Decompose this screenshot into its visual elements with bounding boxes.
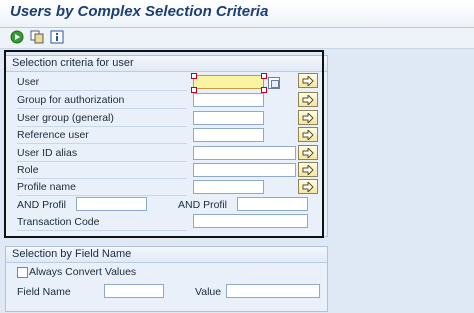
value-input[interactable] — [226, 284, 320, 298]
title-bar: Users by Complex Selection Criteria — [0, 0, 474, 28]
field-name-group: Selection by Field Name Always Convert V… — [5, 246, 328, 312]
page-title: Users by Complex Selection Criteria — [10, 3, 269, 20]
copy-icon[interactable] — [30, 30, 44, 44]
application-toolbar — [0, 28, 474, 49]
highlight-outline — [4, 50, 324, 238]
label-field-name: Field Name — [17, 286, 71, 298]
always-convert-checkbox[interactable] — [17, 267, 28, 278]
field-name-group-header: Selection by Field Name — [6, 247, 327, 263]
info-icon[interactable] — [50, 30, 64, 44]
label-value: Value — [195, 286, 222, 298]
field-name-input[interactable] — [104, 284, 164, 298]
label-always-convert: Always Convert Values — [29, 266, 137, 278]
execute-icon[interactable] — [10, 30, 24, 44]
